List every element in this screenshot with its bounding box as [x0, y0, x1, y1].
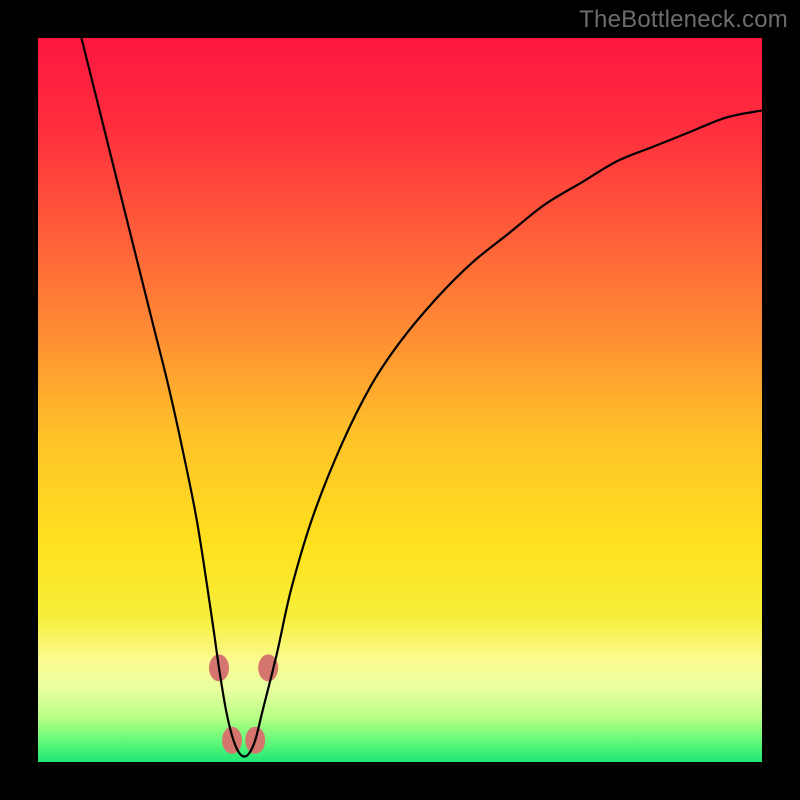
watermark-text: TheBottleneck.com	[579, 6, 788, 34]
bottleneck-curve	[81, 38, 762, 757]
marker-left-lower	[222, 727, 242, 754]
chart-frame: TheBottleneck.com	[0, 0, 800, 800]
plot-area	[38, 38, 762, 762]
curve-layer	[38, 38, 762, 762]
